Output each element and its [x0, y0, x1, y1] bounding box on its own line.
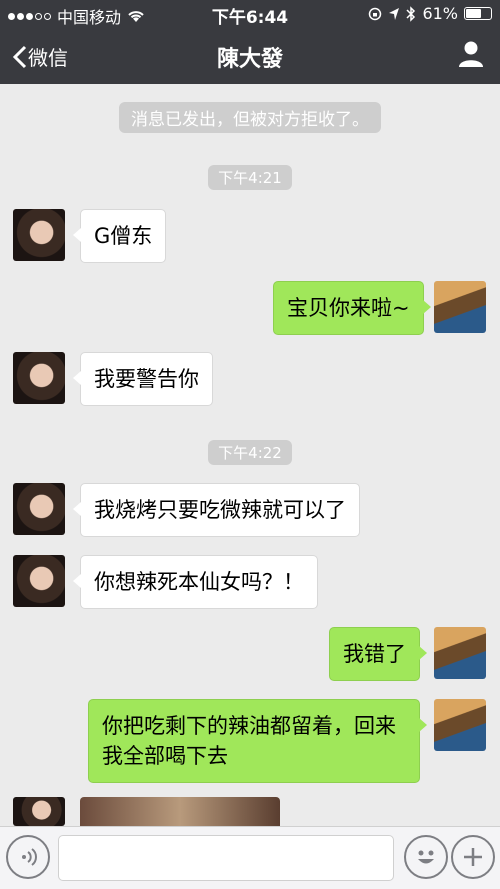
- contact-avatar[interactable]: [13, 555, 65, 607]
- message-bubble[interactable]: 宝贝你来啦~: [273, 281, 431, 335]
- rotation-lock-icon: [369, 7, 382, 20]
- voice-button[interactable]: [6, 835, 50, 879]
- timestamp: 下午4:22: [0, 440, 500, 465]
- contact-avatar[interactable]: [13, 797, 65, 826]
- contact-avatar[interactable]: [13, 352, 65, 404]
- chat-info-button[interactable]: [458, 40, 484, 72]
- image-message[interactable]: [80, 797, 280, 827]
- message-bubble[interactable]: 你把吃剩下的辣油都留着，回来 我全部喝下去: [88, 699, 427, 783]
- battery-label: 61%: [422, 4, 458, 23]
- voice-icon: [22, 848, 37, 866]
- battery-icon: [464, 7, 492, 20]
- message-input[interactable]: [58, 835, 394, 881]
- nav-bar: 微信 陳大發: [0, 28, 500, 84]
- message-bubble[interactable]: 我烧烤只要吃微辣就可以了: [73, 483, 360, 537]
- contact-avatar[interactable]: [13, 209, 65, 261]
- message-bubble[interactable]: 我错了: [329, 627, 427, 681]
- emoji-icon: [418, 850, 434, 864]
- emoji-button[interactable]: [404, 835, 448, 879]
- timestamp: 下午4:21: [0, 165, 500, 190]
- plus-icon: [464, 848, 482, 866]
- message-bubble[interactable]: 你想辣死本仙女吗？！: [73, 555, 318, 609]
- status-bar: 中国移动 下午6:44 61%: [0, 0, 500, 28]
- my-avatar[interactable]: [434, 699, 486, 751]
- more-button[interactable]: [451, 835, 495, 879]
- message-bubble[interactable]: G僧东: [72, 209, 167, 263]
- my-avatar[interactable]: [434, 281, 486, 333]
- input-bar: [0, 826, 500, 889]
- contact-avatar[interactable]: [13, 483, 65, 535]
- my-avatar[interactable]: [434, 627, 486, 679]
- location-icon: [389, 7, 400, 20]
- bluetooth-icon: [406, 5, 416, 22]
- chat-title: 陳大發: [216, 47, 283, 72]
- person-icon: [459, 41, 483, 67]
- message-bubble[interactable]: 我要警告你: [73, 352, 213, 406]
- system-notice: 消息已发出，但被对方拒收了。: [0, 102, 500, 133]
